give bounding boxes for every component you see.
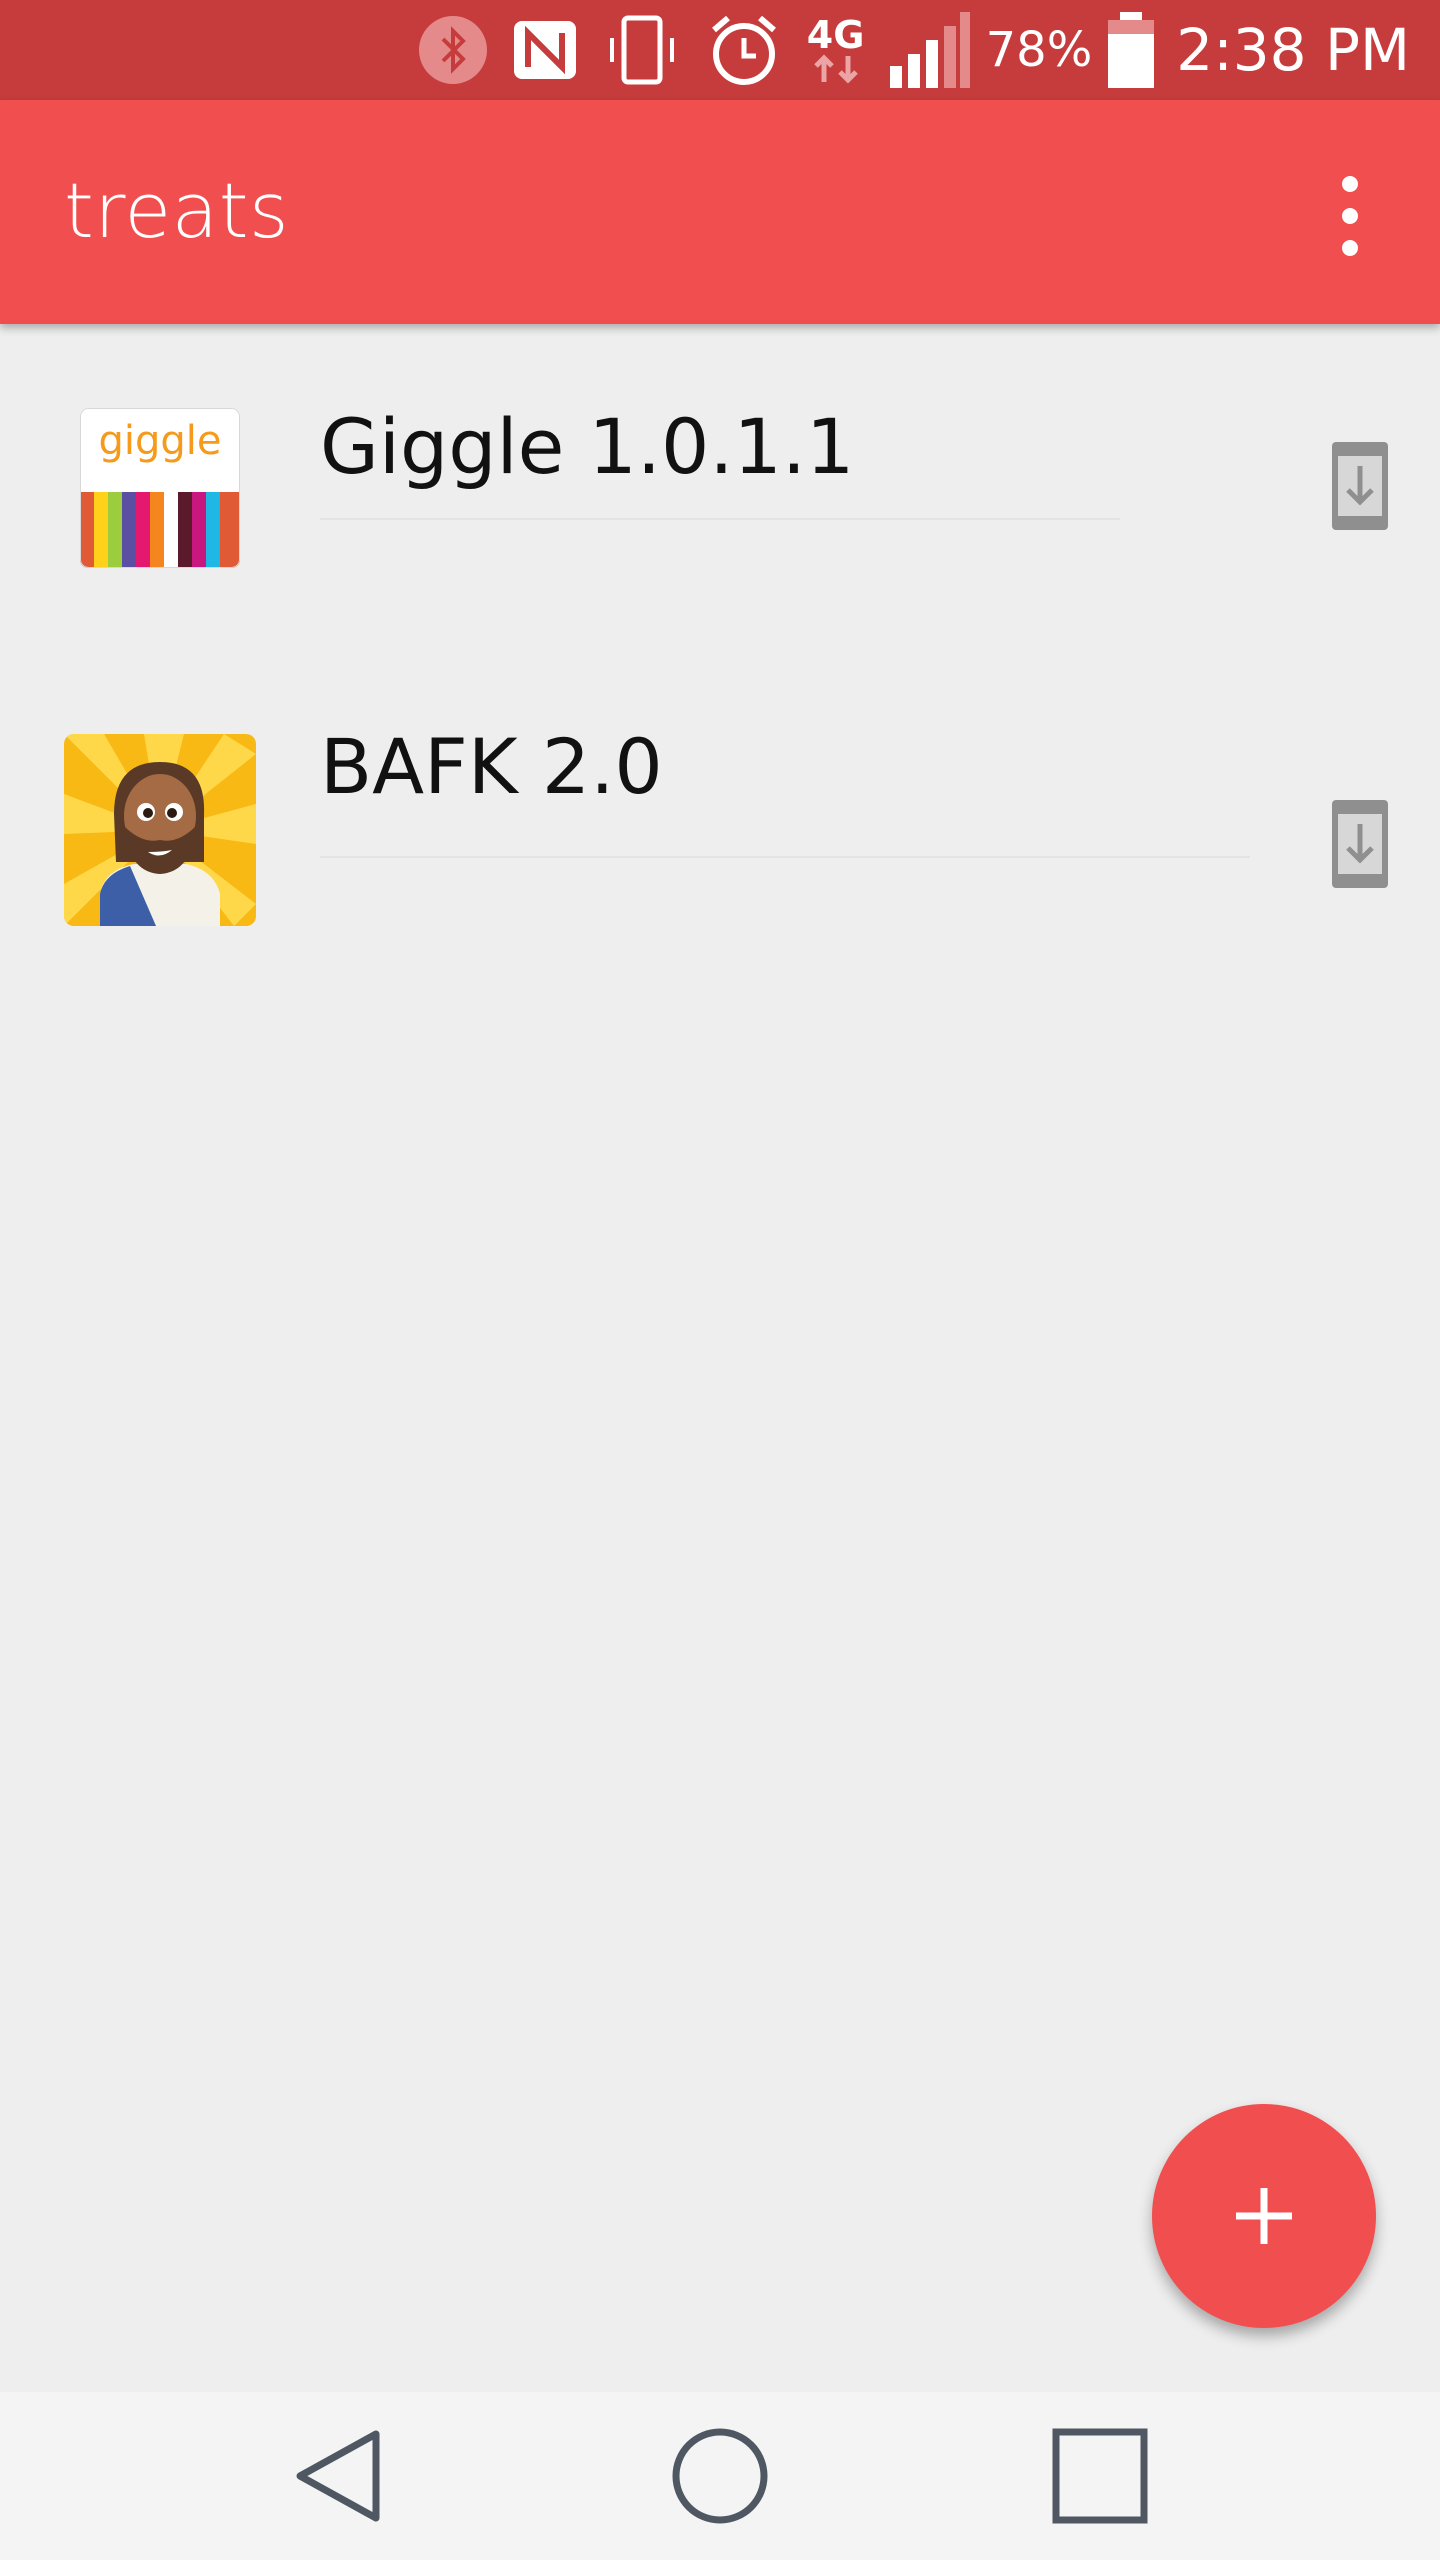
vibrate-icon (602, 10, 682, 90)
list-item[interactable]: giggle Giggle 1.0.1.1 (0, 324, 1440, 644)
recents-icon (1052, 2428, 1148, 2524)
battery-percent: 78% (985, 22, 1093, 78)
bafk-app-icon (64, 734, 256, 926)
status-bar: 4G 78% 2:38 PM (0, 0, 1440, 100)
app-name: BAFK 2.0 (320, 722, 663, 811)
download-button[interactable] (1332, 800, 1388, 888)
download-icon (1332, 442, 1388, 530)
signal-icon (888, 10, 972, 90)
download-button[interactable] (1332, 442, 1388, 530)
back-button[interactable] (290, 2426, 390, 2526)
page-title: treats (64, 166, 290, 255)
back-icon (296, 2430, 380, 2522)
giggle-logo-text: giggle (98, 418, 222, 464)
bluetooth-icon (418, 15, 488, 85)
app-list: giggle Giggle 1.0.1.1 BAFK 2.0 (0, 324, 1440, 964)
clock: 2:38 PM (1176, 16, 1410, 84)
navigation-bar (0, 2392, 1440, 2560)
network-4g-icon: 4G (806, 16, 866, 84)
battery-icon (1106, 10, 1156, 90)
home-button[interactable] (670, 2426, 770, 2526)
divider (320, 518, 1120, 520)
giggle-app-icon: giggle (64, 408, 256, 600)
nfc-icon (510, 15, 580, 85)
overflow-menu-button[interactable] (1320, 176, 1380, 256)
alarm-icon (704, 10, 784, 90)
home-icon (672, 2428, 768, 2524)
plus-icon (1236, 2188, 1292, 2244)
list-item[interactable]: BAFK 2.0 (0, 644, 1440, 964)
download-icon (1332, 800, 1388, 888)
add-button[interactable] (1152, 2104, 1376, 2328)
recents-button[interactable] (1050, 2426, 1150, 2526)
app-name: Giggle 1.0.1.1 (320, 402, 855, 491)
more-vert-icon (1342, 176, 1358, 192)
app-bar: treats (0, 100, 1440, 324)
divider (320, 856, 1250, 858)
